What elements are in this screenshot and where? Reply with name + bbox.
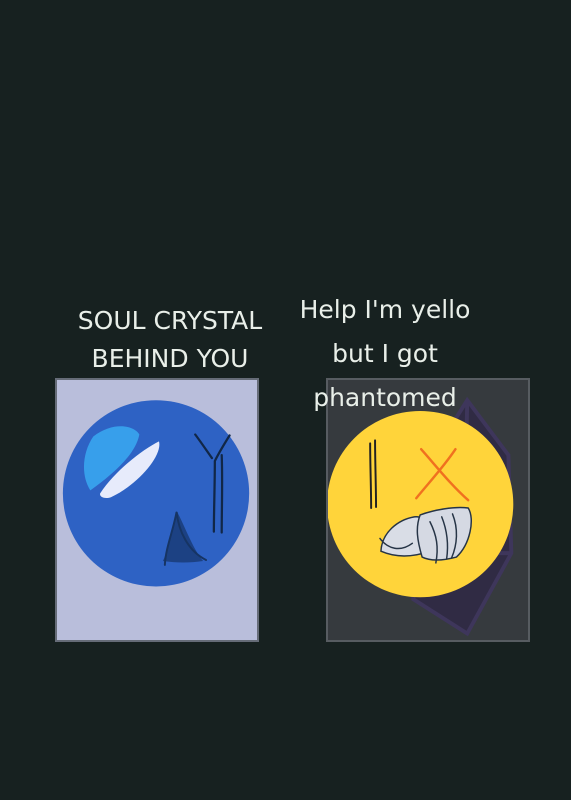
soul-crystal-card: [55, 378, 259, 642]
blue-orb-icon: [62, 400, 250, 587]
phantom-caption: Help I'm yello but I got phantomed: [299, 295, 471, 412]
soul-crystal-caption: SOUL CRYSTAL BEHIND YOU: [77, 306, 263, 373]
